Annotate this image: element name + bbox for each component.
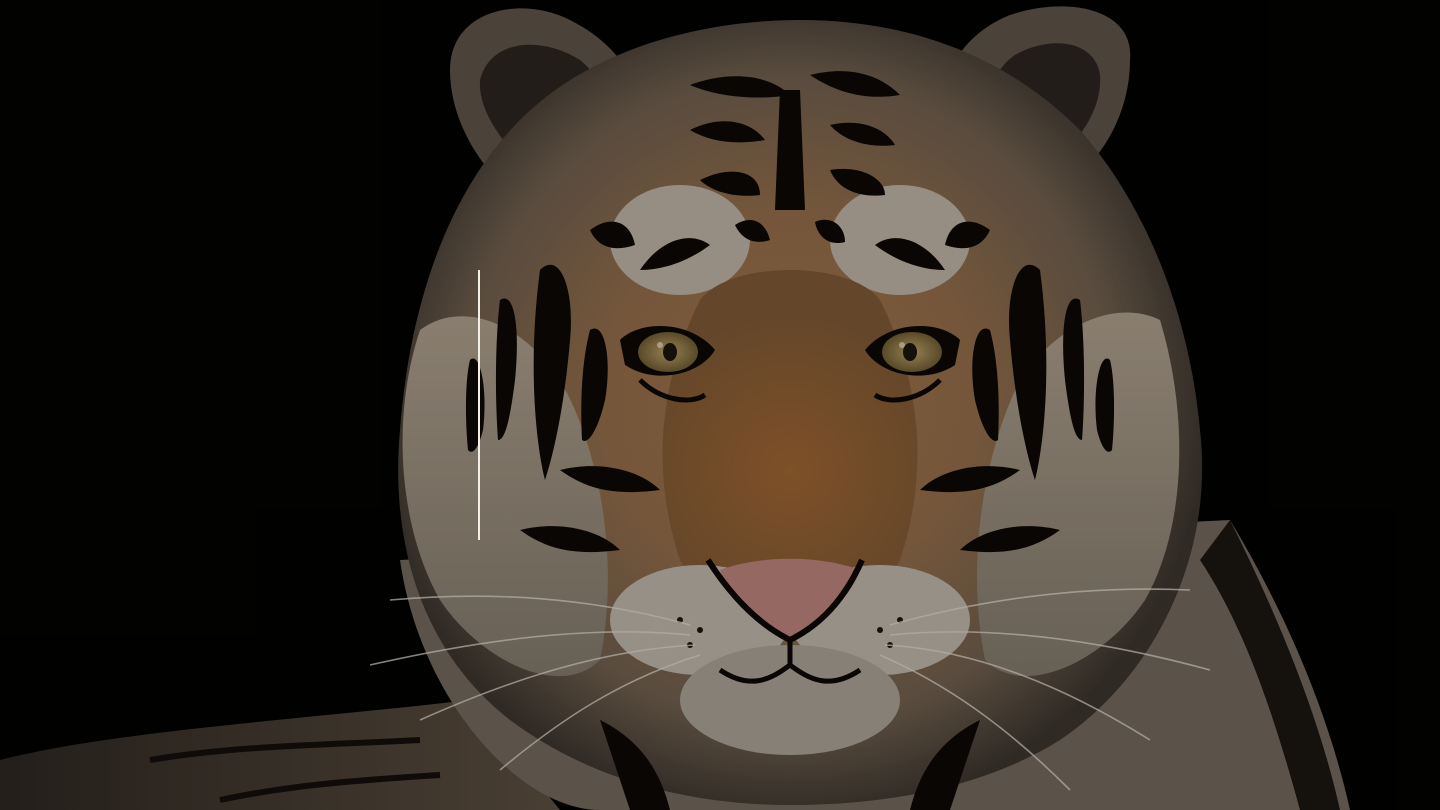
- vertical-divider-line: [478, 270, 480, 540]
- hero-image-stage: [0, 0, 1440, 810]
- tiger-photo: [0, 0, 1440, 810]
